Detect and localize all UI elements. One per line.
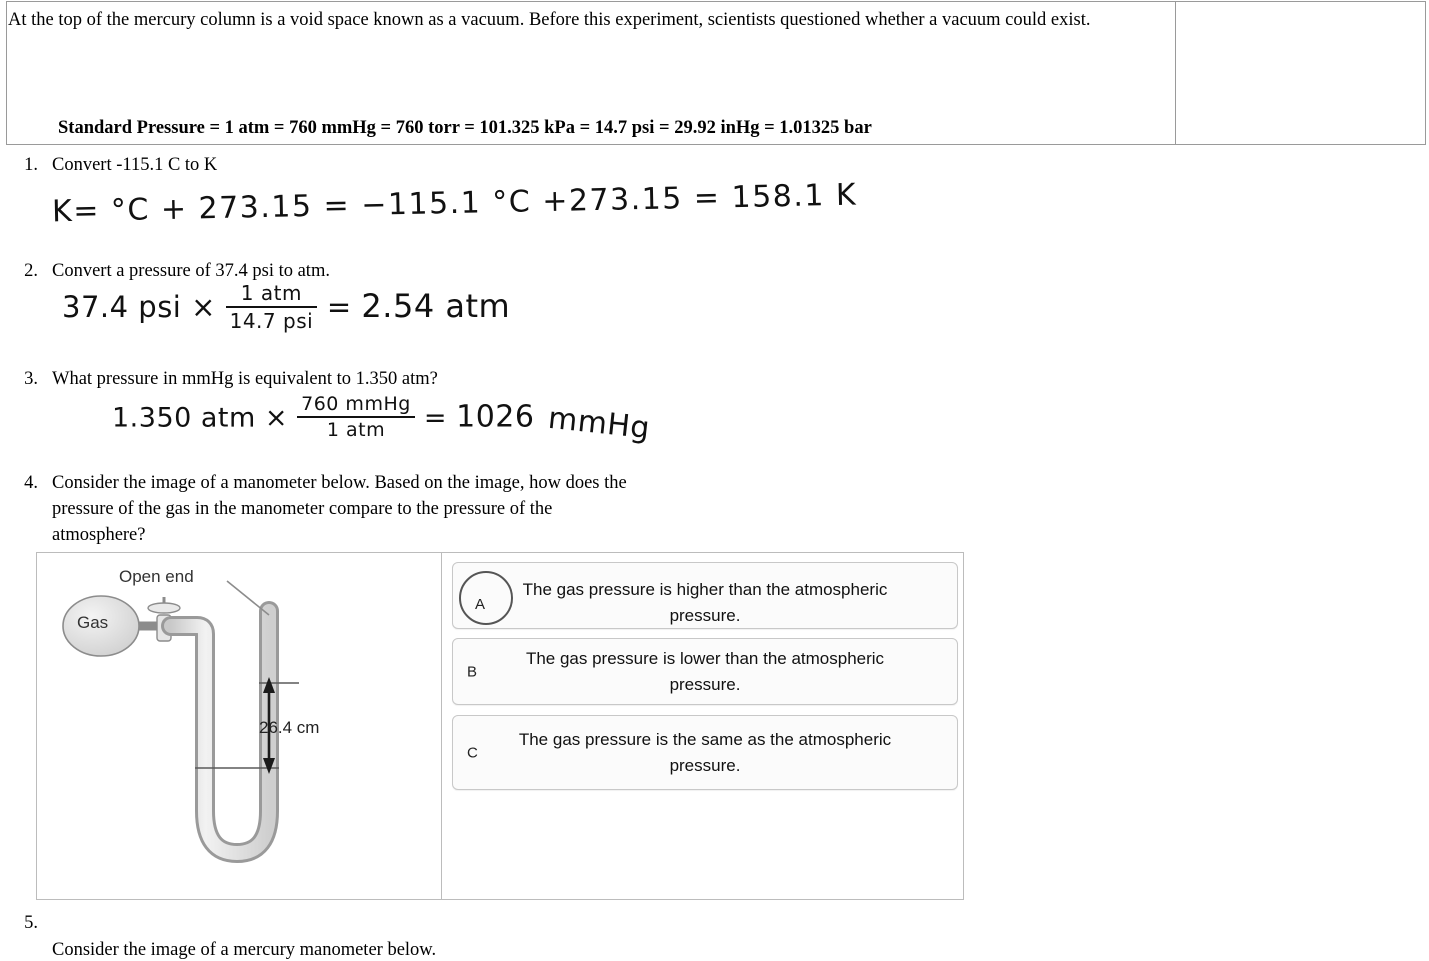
question-4-number: 4.: [24, 473, 38, 493]
open-end-label: Open end: [119, 567, 194, 586]
vacuum-paragraph: At the top of the mercury column is a vo…: [8, 10, 1091, 30]
hw2-fraction-numerator: 1 atm: [225, 281, 318, 308]
hw1-substitution: −115.1 °C +273.15 =: [360, 180, 721, 223]
answer-option-a-letter: A: [475, 596, 486, 613]
hw1-k: K=: [51, 193, 101, 230]
answer-option-c-letter: C: [467, 744, 478, 761]
panel-divider: [441, 552, 442, 900]
hw1-result: 158.1 K: [731, 177, 858, 216]
question-3-number: 3.: [24, 369, 38, 389]
hw3-conversion-fraction: 760 mmHg 1 atm: [297, 393, 415, 441]
hw3-fraction-numerator: 760 mmHg: [297, 393, 415, 418]
hw3-result: 1026: [456, 399, 535, 435]
gas-label: Gas: [77, 613, 109, 632]
hw3-result-unit: mmHg: [546, 400, 652, 446]
question-1-text: Convert -115.1 C to K: [52, 155, 218, 175]
standard-pressure-line: Standard Pressure = 1 atm = 760 mmHg = 7…: [58, 118, 872, 138]
question-5-text: Consider the image of a mercury manomete…: [52, 940, 437, 960]
hw2-result: 2.54 atm: [361, 287, 511, 325]
hw2-fraction-denominator: 14.7 psi: [229, 309, 314, 333]
hw2-conversion-fraction: 1 atm 14.7 psi: [225, 281, 318, 333]
answer-option-b-letter: B: [467, 663, 478, 680]
question-4-text: Consider the image of a manometer below.…: [52, 473, 627, 545]
question-2-number: 2.: [24, 261, 38, 281]
distance-label: 26.4 cm: [259, 718, 320, 737]
hw2-given: 37.4 psi ×: [62, 290, 216, 324]
manometer-figure: Open end Gas 26.4 cm: [37, 553, 441, 899]
answer-option-c-text: The gas pressure is the same as the atmo…: [518, 730, 892, 775]
answer-option-a-text: The gas pressure is higher than the atmo…: [522, 580, 888, 625]
handwritten-answer-1: K= °C + 273.15 = −115.1 °C +273.15 = 158…: [52, 178, 858, 230]
hw3-equals: =: [423, 402, 448, 434]
question-3-text: What pressure in mmHg is equivalent to 1…: [52, 369, 438, 389]
manometer-diagram-svg: [62, 580, 299, 863]
answer-option-b-text: The gas pressure is lower than the atmos…: [525, 649, 885, 694]
answer-option-b[interactable]: B The gas pressure is lower than the atm…: [452, 638, 958, 705]
hw3-fraction-denominator: 1 atm: [326, 419, 386, 441]
hw1-celsius-term: °C + 273.15 =: [110, 188, 351, 229]
selected-answer-circle: [459, 571, 513, 625]
hw3-given: 1.350 atm ×: [112, 402, 289, 434]
answer-option-c[interactable]: C The gas pressure is the same as the at…: [452, 715, 958, 790]
answer-option-a[interactable]: A The gas pressure is higher than the at…: [452, 562, 958, 629]
question-5-number: 5.: [24, 913, 38, 933]
hw2-equals: =: [326, 290, 352, 324]
handwritten-answer-2: 37.4 psi × 1 atm 14.7 psi = 2.54 atm: [62, 281, 511, 335]
top-info-box-right-cell: [1176, 1, 1426, 145]
question-1-number: 1.: [24, 155, 38, 175]
handwritten-answer-3: 1.350 atm × 760 mmHg 1 atm = 1026 mmHg: [112, 393, 651, 446]
